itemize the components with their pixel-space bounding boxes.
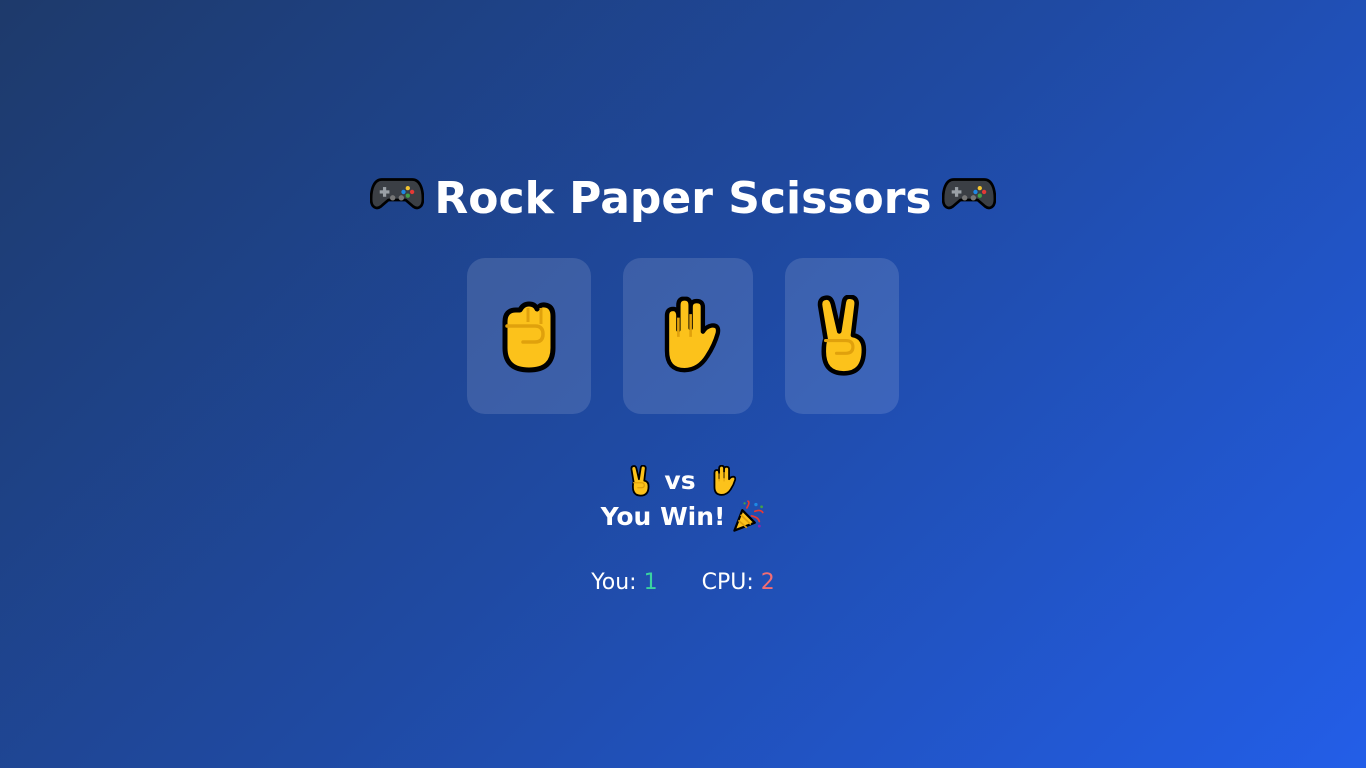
party-popper-icon [731, 500, 765, 534]
cpu-score-label: CPU: [701, 570, 761, 595]
game-controller-icon [942, 168, 996, 230]
outcome: You Win! [0, 498, 1366, 534]
matchup: vs [0, 462, 1366, 498]
raised-fist-icon [498, 296, 560, 376]
raised-hand-icon [653, 296, 723, 376]
cpu-score: CPU: 2 [702, 568, 775, 598]
round-result: vs You Win! [0, 462, 1366, 534]
paper-button[interactable] [623, 258, 753, 414]
player-choice-icon [628, 465, 652, 497]
scissors-button[interactable] [785, 258, 899, 414]
player-score: You: 1 [591, 568, 657, 598]
cpu-choice-icon [708, 465, 738, 497]
player-score-value: 1 [643, 570, 658, 595]
title-text: Rock Paper Scissors [434, 173, 932, 224]
rock-button[interactable] [467, 258, 591, 414]
game-controller-icon [370, 168, 424, 230]
choice-buttons [0, 258, 1366, 414]
outcome-text: You Win! [600, 502, 726, 531]
cpu-score-value: 2 [760, 570, 775, 595]
page-title: Rock Paper Scissors [0, 166, 1366, 230]
vs-label: vs [664, 466, 696, 495]
player-score-label: You: [591, 570, 644, 595]
victory-hand-icon [814, 295, 870, 377]
scoreboard: You: 1 CPU: 2 [0, 568, 1366, 598]
